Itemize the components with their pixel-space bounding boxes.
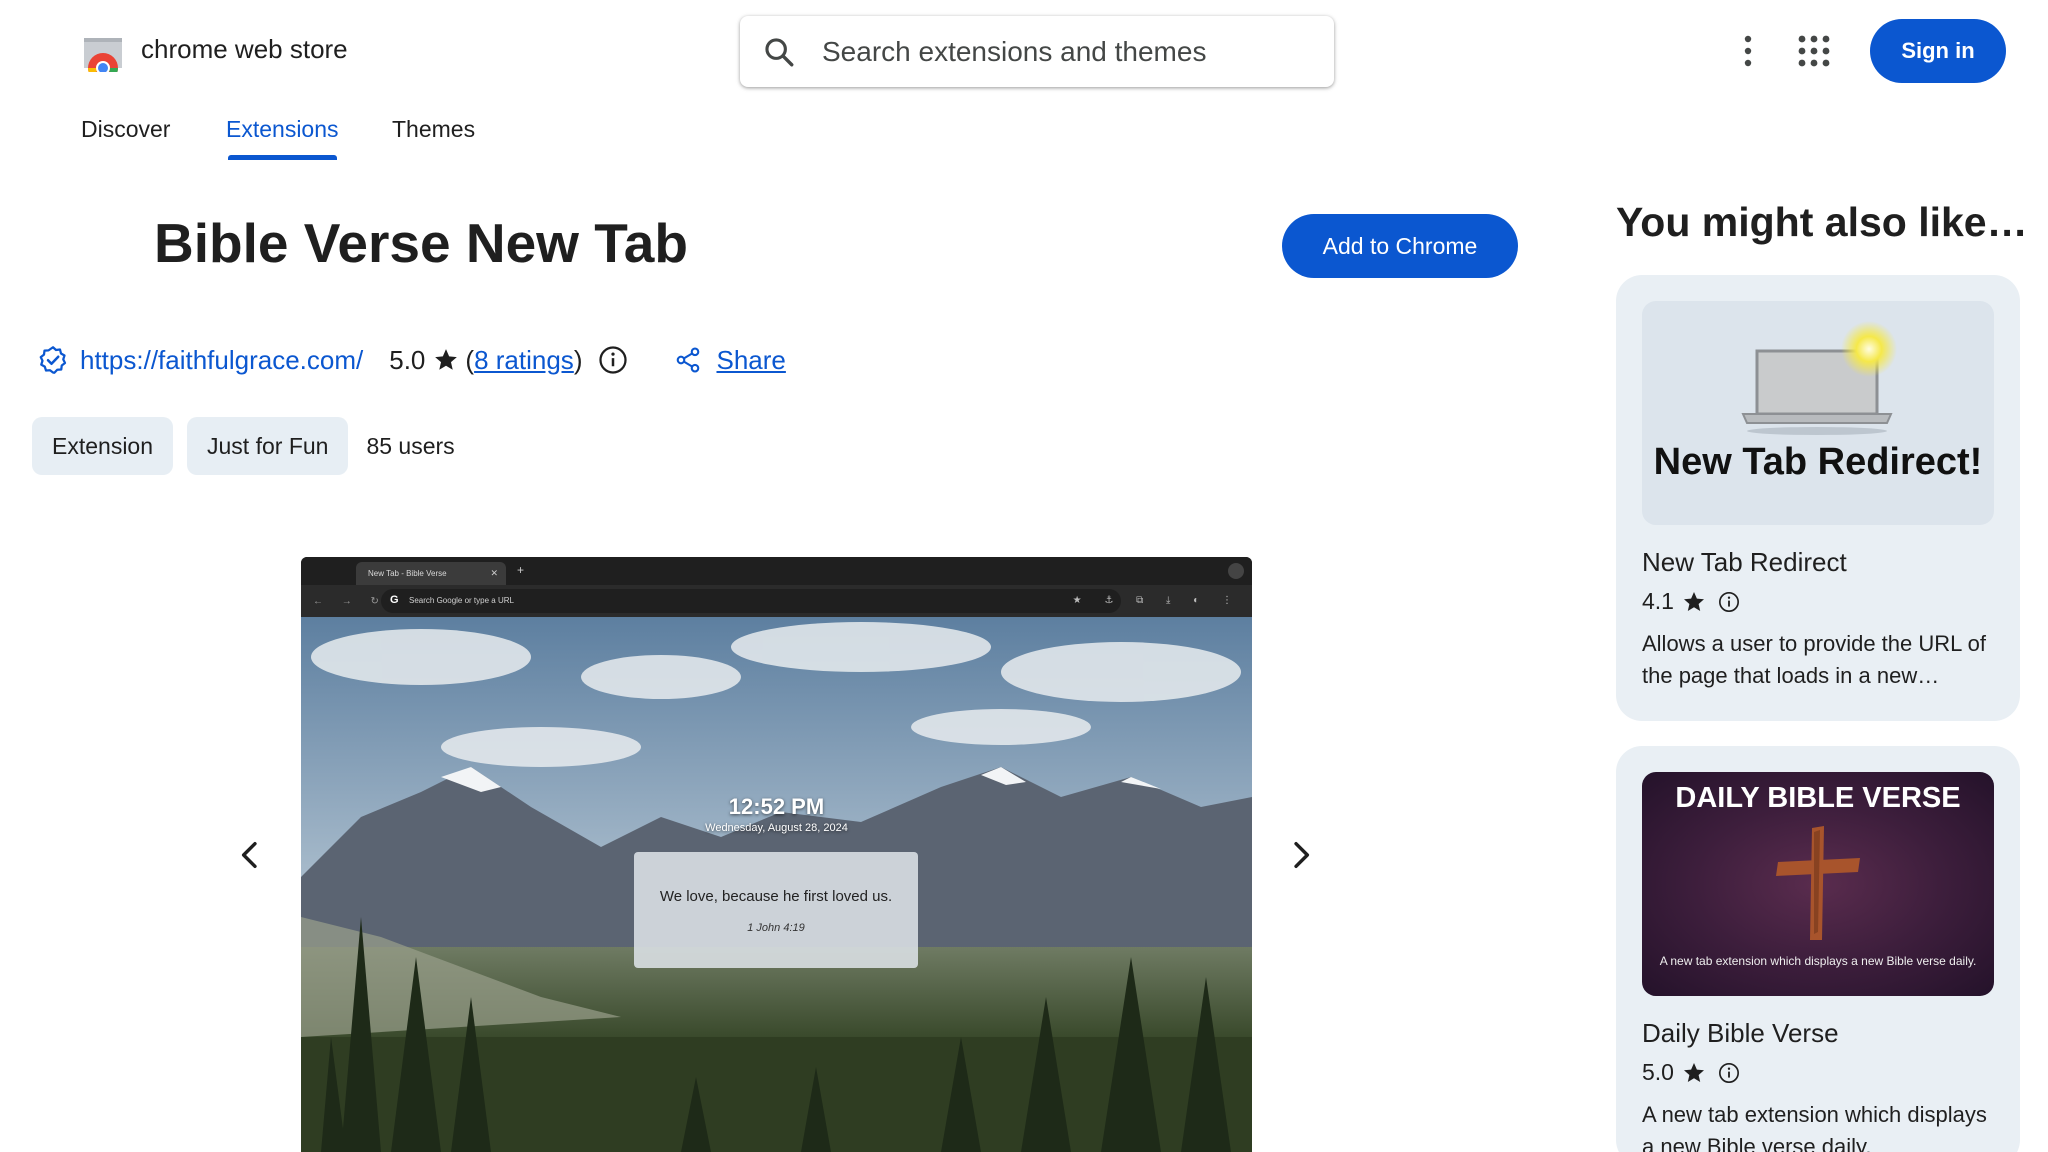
recommendation-card[interactable]: DAILY BIBLE VERSE A new tab extension wh… [1616,746,2020,1152]
recommendation-name[interactable]: Daily Bible Verse [1642,1018,1839,1049]
ratings-count-link[interactable]: 8 ratings [474,345,574,376]
verified-icon [39,346,67,374]
more-vert-icon[interactable] [1733,30,1763,72]
info-icon[interactable] [598,345,628,375]
screenshot-image: New Tab - Bible Verse ✕ + ← → ↻ G Search… [301,557,1252,1152]
category-chips: Extension Just for Fun 85 users [32,417,455,475]
share-link[interactable]: Share [716,345,785,376]
browser-toolbar: ← → ↻ G Search Google or type a URL ★ ⚓ … [301,585,1252,617]
browser-tab-title: New Tab - Bible Verse [368,569,447,578]
google-icon: G [390,594,399,606]
recommendation-rating: 5.0 [1642,1059,1740,1086]
website-link[interactable]: https://faithfulgrace.com/ [80,345,363,376]
brand-name[interactable]: chrome web store [141,34,348,65]
chip-just-for-fun[interactable]: Just for Fun [187,417,349,475]
chip-extension[interactable]: Extension [32,417,174,475]
thumbnail-subtitle: A new tab extension which displays a new… [1659,954,1977,968]
close-icon: ✕ [490,568,498,578]
laptop-icon [1741,321,1897,435]
recommendation-description: Allows a user to provide the URL of the … [1642,631,1987,688]
browser-nav-icons: ← → ↻ [313,596,387,607]
info-icon[interactable] [1718,1062,1740,1084]
active-tab-indicator [228,155,337,160]
extension-meta: https://faithfulgrace.com/ 5.0 ( 8 ratin… [38,340,786,380]
recommendation-thumbnail: DAILY BIBLE VERSE A new tab extension wh… [1642,772,1994,996]
apps-grid-icon[interactable] [1797,34,1831,68]
paren-close: ) [573,344,583,375]
search-input[interactable] [822,30,1302,74]
star-icon [1683,1062,1704,1082]
thumbnail-text: New Tab Redirect! [1653,441,1983,483]
paren-open: ( [465,344,475,375]
omnibox: G Search Google or type a URL [381,589,1121,613]
search-icon[interactable] [762,35,796,69]
tab-search-icon [1228,563,1244,579]
recommendation-name[interactable]: New Tab Redirect [1642,547,1847,578]
browser-toolbar-icons: ★ ⚓ ⧉ ⤓ ◐ ⋮ [1072,595,1242,606]
verse-text: We love, because he first loved us. [659,888,893,905]
chevron-right-icon[interactable] [1284,838,1318,872]
share-icon[interactable] [674,346,702,374]
chevron-left-icon[interactable] [233,838,267,872]
browser-tab-strip: New Tab - Bible Verse ✕ + [301,557,1252,585]
new-tab-icon: + [517,563,525,577]
sign-in-button[interactable]: Sign in [1870,19,2006,83]
chrome-web-store-logo[interactable] [80,30,126,72]
clock-time: 12:52 PM [728,794,825,819]
tab-themes[interactable]: Themes [392,116,475,143]
search-box[interactable] [740,16,1334,87]
browser-tab: New Tab - Bible Verse ✕ [356,562,506,585]
recommendation-rating: 4.1 [1642,588,1740,615]
recommendation-card[interactable]: New Tab Redirect! New Tab Redirect 4.1 A… [1616,275,2020,721]
add-to-chrome-button[interactable]: Add to Chrome [1282,214,1518,278]
recommendation-rating-value: 5.0 [1642,1059,1674,1085]
star-icon [435,349,458,370]
recommendation-thumbnail: New Tab Redirect! [1642,301,1994,525]
star-icon [1683,591,1704,611]
omnibox-text: Search Google or type a URL [409,596,514,605]
verse-reference: 1 John 4:19 [747,922,805,934]
rating-value: 5.0 [389,344,426,375]
user-count: 85 users [366,432,455,459]
verse-card: We love, because he first loved us. 1 Jo… [634,852,918,968]
thumbnail-title: DAILY BIBLE VERSE [1675,782,1961,814]
recommendation-rating-value: 4.1 [1642,588,1674,614]
page-title: Bible Verse New Tab [154,212,688,274]
tab-extensions[interactable]: Extensions [226,116,339,143]
cross-icon [1776,826,1860,940]
recommendations-title: You might also like… [1616,199,2028,245]
clock-date: Wednesday, August 28, 2024 [705,822,848,834]
extension-icon [72,210,142,280]
info-icon[interactable] [1718,591,1740,613]
recommendation-description: A new tab extension which displays a new… [1642,1102,1987,1152]
tab-discover[interactable]: Discover [81,116,170,143]
